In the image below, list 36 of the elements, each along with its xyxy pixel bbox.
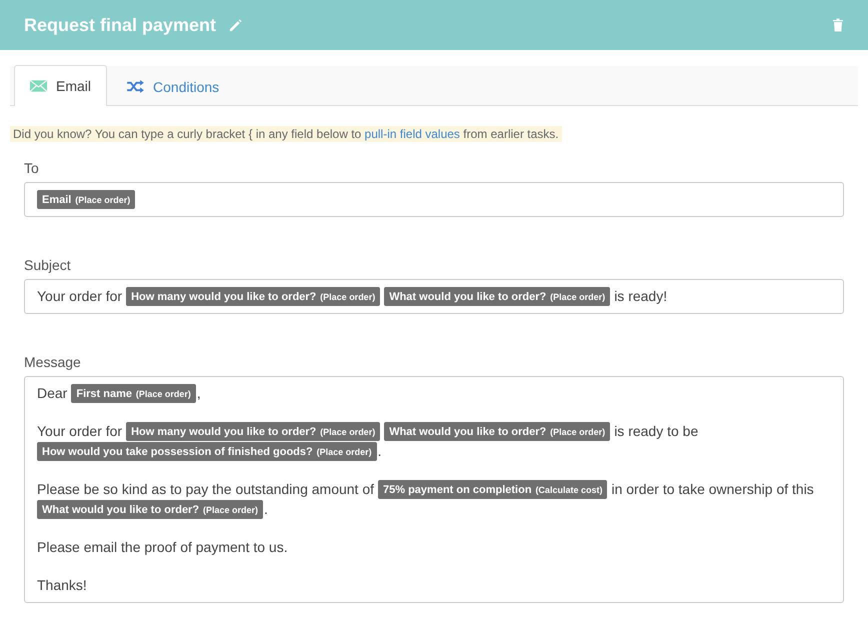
body-text: . [378,443,382,459]
body-text: Dear [37,385,68,401]
message-field[interactable] [24,376,844,603]
field-token[interactable]: What would you like to order? (Place order) [384,287,610,306]
field-label: Subject [24,257,72,273]
body-text: , [196,385,201,401]
input-field[interactable]: Your order for How many would you like to order? (Place order) What would you like to order? (Place order) is ready! [24,279,844,314]
body-text: is ready to be [614,423,698,439]
body-text: Please email the proof of payment to us. [37,539,288,555]
field-token[interactable]: How would you take possession of finished goods? (Place order) [37,442,377,461]
body-text: Your order for [37,288,122,304]
shuffle-icon [127,80,144,93]
delete-icon[interactable] [832,18,844,32]
body-text: in order to take ownership of this [611,481,814,497]
field-token[interactable]: How many would you like to order? (Place order) [126,287,380,306]
field-token[interactable]: 75% payment on completion (Calculate cost) [378,480,608,499]
field-token[interactable]: How many would you like to order? (Place order) [126,422,380,441]
field-values-link[interactable]: pull-in field values [364,127,460,141]
envelope-icon [30,80,47,92]
field-label: Message [24,354,82,370]
edit-icon[interactable] [228,18,244,32]
field-token[interactable]: First name (Place order) [71,384,196,403]
hint-text: Did you know? You can type a curly bracket { in any field below to pull-in field values from earlier tasks. [10,126,562,142]
body-text: . [264,501,268,517]
body-text: Please be so kind as to pay the outstanding amount of [37,481,374,497]
body-text: Thanks! [37,577,87,593]
body-text: is ready! [614,288,668,304]
field-label: To [24,160,40,176]
field-token[interactable]: Email (Place order) [37,190,136,209]
page-title: Request final payment [24,14,216,36]
body-text: Your order for [37,423,122,439]
tab[interactable]: Conditions [111,66,236,106]
tab[interactable]: Email [14,65,108,106]
field-token[interactable]: What would you like to order? (Place order) [37,500,263,519]
input-field[interactable]: Email (Place order) [24,182,844,217]
field-token[interactable]: What would you like to order? (Place order) [384,422,610,441]
